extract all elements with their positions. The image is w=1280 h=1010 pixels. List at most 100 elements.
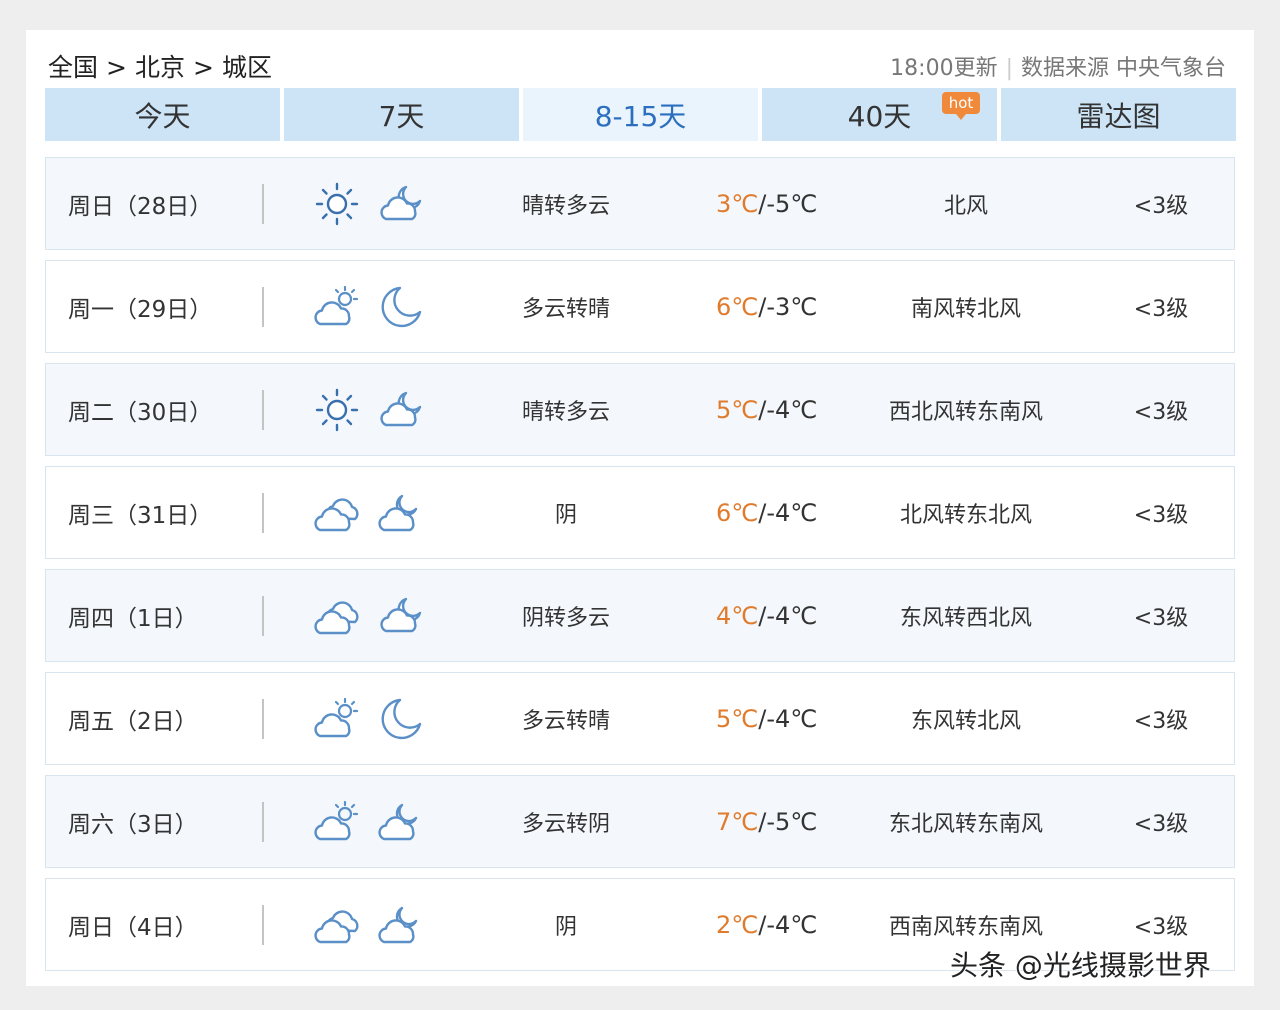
divider <box>262 596 264 636</box>
moon-cloud-icon <box>376 488 426 538</box>
tab-radar[interactable]: 雷达图 <box>1001 88 1236 141</box>
wind-direction: 北风 <box>943 193 988 219</box>
breadcrumb-separator: > <box>192 53 214 82</box>
sun-cloud-icon <box>312 282 362 332</box>
breadcrumb-separator: > <box>106 53 127 82</box>
tab-7days[interactable]: 7天 <box>284 88 519 141</box>
weather-description: 阴转多云 <box>521 605 610 631</box>
breadcrumb-city[interactable]: 北京 <box>135 53 185 82</box>
wind-level: <3级 <box>1133 399 1189 425</box>
high-temp: 6℃ <box>716 292 759 321</box>
overcast-icon <box>312 591 362 641</box>
tab-label: 40天 <box>847 99 912 133</box>
wind-level: <3级 <box>1133 502 1189 528</box>
sun-cloud-icon <box>312 694 362 744</box>
day-label: 周一（29日） <box>68 296 213 323</box>
divider <box>262 802 264 842</box>
low-temp: /-5℃ <box>758 189 818 218</box>
weather-description: 阴 <box>554 914 577 940</box>
day-label: 周日（4日） <box>68 914 198 941</box>
sun-icon <box>312 385 362 435</box>
overcast-icon <box>312 900 362 950</box>
watermark: 头条 @光线摄影世界 <box>950 949 1211 982</box>
divider <box>262 493 264 533</box>
high-temp: 3℃ <box>716 189 759 218</box>
day-label: 周二（30日） <box>68 399 213 426</box>
tab-today[interactable]: 今天 <box>45 88 280 141</box>
day-label: 周三（31日） <box>68 502 213 529</box>
tab-label: 雷达图 <box>1076 99 1161 133</box>
day-label: 周五（2日） <box>68 708 198 735</box>
high-temp: 4℃ <box>716 601 759 630</box>
divider <box>262 390 264 430</box>
high-temp: 5℃ <box>716 704 759 733</box>
hot-badge: hot <box>942 92 980 120</box>
low-temp: /-4℃ <box>758 704 818 733</box>
cloud-moon-icon <box>376 591 426 641</box>
tab-label: 今天 <box>134 99 191 133</box>
sun-icon <box>312 179 362 229</box>
low-temp: /-4℃ <box>758 395 818 424</box>
moon-cloud-icon <box>376 797 426 847</box>
divider <box>262 287 264 327</box>
day-label: 周日（28日） <box>68 193 213 220</box>
wind-level: <3级 <box>1133 811 1189 837</box>
low-temp: /-4℃ <box>758 601 818 630</box>
temperature: 5℃/-4℃ <box>716 673 817 764</box>
wind-level: <3级 <box>1133 605 1189 631</box>
wind-level: <3级 <box>1133 193 1189 219</box>
wind-direction: 东风转西北风 <box>899 605 1032 631</box>
weather-description: 晴转多云 <box>521 193 610 219</box>
wind-direction: 南风转北风 <box>910 296 1021 322</box>
weather-description: 多云转晴 <box>521 708 610 734</box>
wind-level: <3级 <box>1133 708 1189 734</box>
weather-description: 晴转多云 <box>521 399 610 425</box>
sun-cloud-icon <box>312 797 362 847</box>
high-temp: 2℃ <box>716 910 759 939</box>
data-source: 数据来源 中央气象台 <box>1021 56 1226 81</box>
weather-description: 多云转阴 <box>521 811 610 837</box>
overcast-icon <box>312 488 362 538</box>
top-bar: 全国 > 北京 > 城区 18:00更新 | 数据来源 中央气象台 <box>48 44 1228 84</box>
forecast-row: 周日（28日） 晴转多云 3℃/-5℃ 北风 <3级 <box>45 157 1235 250</box>
moon-cloud-icon <box>376 900 426 950</box>
breadcrumb-district[interactable]: 城区 <box>222 53 272 82</box>
temperature: 4℃/-4℃ <box>716 570 817 661</box>
temperature: 2℃/-4℃ <box>716 879 817 970</box>
divider <box>262 184 264 224</box>
temperature: 3℃/-5℃ <box>716 158 817 249</box>
forecast-row: 周二（30日） 晴转多云 5℃/-4℃ 西北风转东南风 <3级 <box>45 363 1235 456</box>
temperature: 6℃/-3℃ <box>716 261 817 352</box>
temperature: 5℃/-4℃ <box>716 364 817 455</box>
wind-direction: 东风转北风 <box>910 708 1021 734</box>
day-label: 周四（1日） <box>68 605 198 632</box>
moon-icon <box>376 282 426 332</box>
tab-8-15days[interactable]: 8-15天 <box>523 88 758 141</box>
forecast-row: 周五（2日） 多云转晴 5℃/-4℃ 东风转北风 <3级 <box>45 672 1235 765</box>
low-temp: /-5℃ <box>758 807 818 836</box>
divider <box>262 699 264 739</box>
high-temp: 6℃ <box>716 498 759 527</box>
low-temp: /-4℃ <box>758 910 818 939</box>
forecast-row: 周三（31日） 阴 6℃/-4℃ 北风转东北风 <3级 <box>45 466 1235 559</box>
tab-label: 7天 <box>378 99 425 133</box>
high-temp: 5℃ <box>716 395 759 424</box>
moon-icon <box>376 694 426 744</box>
low-temp: /-4℃ <box>758 498 818 527</box>
wind-direction: 东北风转东南风 <box>888 811 1043 837</box>
forecast-tabs: 今天 7天 8-15天 40天 hot 雷达图 <box>45 88 1236 141</box>
forecast-row: 周一（29日） 多云转晴 6℃/-3℃ 南风转北风 <3级 <box>45 260 1235 353</box>
breadcrumb-country[interactable]: 全国 <box>48 53 98 82</box>
temperature: 6℃/-4℃ <box>716 467 817 558</box>
wind-level: <3级 <box>1133 296 1189 322</box>
update-info: 18:00更新 | 数据来源 中央气象台 <box>890 56 1226 81</box>
wind-direction: 西北风转东南风 <box>888 399 1043 425</box>
tab-40days[interactable]: 40天 hot <box>762 88 997 141</box>
low-temp: /-3℃ <box>758 292 818 321</box>
divider <box>262 905 264 945</box>
update-time: 18:00更新 <box>890 56 998 81</box>
wind-direction: 北风转东北风 <box>899 502 1032 528</box>
forecast-row: 周四（1日） 阴转多云 4℃/-4℃ 东风转西北风 <3级 <box>45 569 1235 662</box>
cloud-moon-icon <box>376 179 426 229</box>
forecast-row: 周六（3日） 多云转阴 7℃/-5℃ 东北风转东南风 <3级 <box>45 775 1235 868</box>
